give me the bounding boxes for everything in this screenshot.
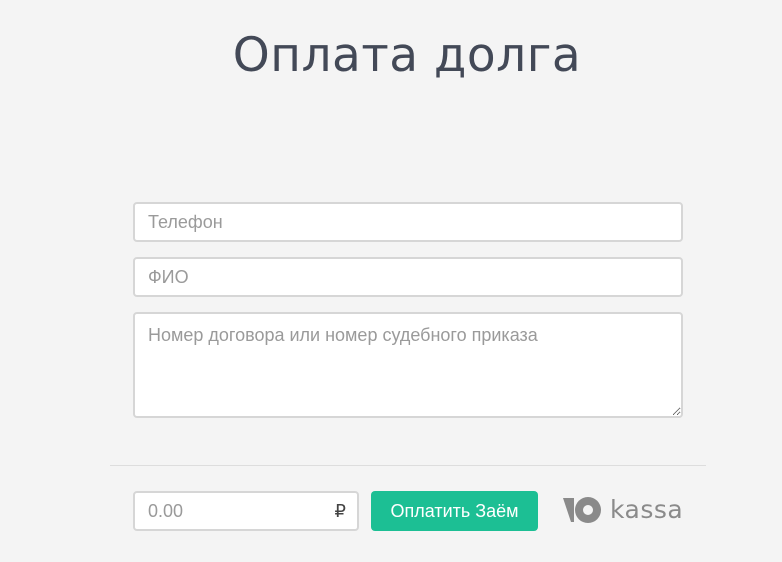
- kassa-logo: kassa: [562, 494, 683, 526]
- amount-field[interactable]: ₽: [133, 491, 359, 531]
- ruble-sign: ₽: [334, 501, 346, 522]
- pay-loan-button[interactable]: Оплатить Заём: [371, 491, 538, 531]
- amount-input[interactable]: [135, 493, 341, 529]
- divider: [110, 465, 706, 466]
- yoomoney-icon: [563, 497, 601, 523]
- kassa-logo-text: kassa: [610, 495, 684, 524]
- payment-page: Оплата долга ₽ Оплатить Заём kassa: [0, 0, 782, 562]
- phone-input[interactable]: [133, 202, 683, 242]
- page-title: Оплата долга: [232, 28, 582, 83]
- fio-input[interactable]: [133, 257, 683, 297]
- contract-number-textarea[interactable]: [133, 312, 683, 418]
